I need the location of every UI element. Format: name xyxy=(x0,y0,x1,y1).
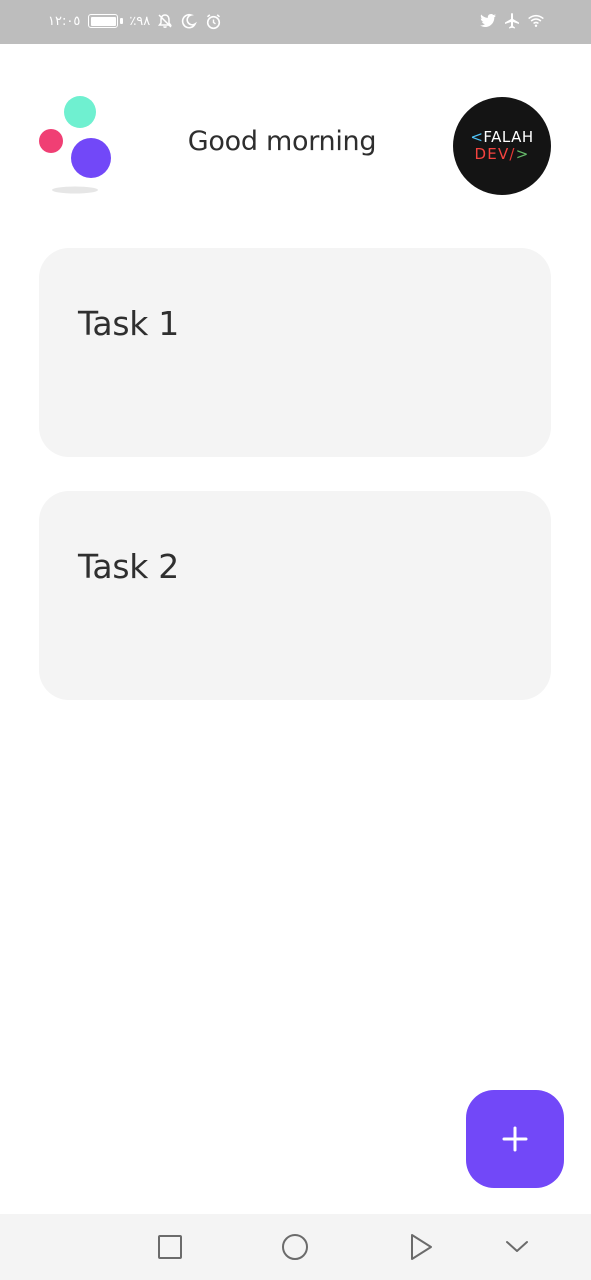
battery-percent: ٪٩٨ xyxy=(129,13,151,29)
battery-icon xyxy=(88,14,119,28)
task-card[interactable]: Task 1 xyxy=(39,248,551,457)
airplane-icon xyxy=(503,12,521,30)
twitter-icon xyxy=(479,12,497,30)
avatar-bracket-open: < xyxy=(470,128,484,146)
task-title: Task 2 xyxy=(78,547,179,586)
square-icon xyxy=(158,1235,182,1259)
status-time: ١٢:٠٥ xyxy=(48,13,81,29)
logo-teal-dot xyxy=(64,96,96,128)
task-title: Task 1 xyxy=(78,304,179,343)
avatar[interactable]: <FALAH DEV/> xyxy=(453,97,551,195)
home-button[interactable] xyxy=(280,1232,310,1262)
back-button[interactable] xyxy=(406,1232,436,1262)
circle-icon xyxy=(282,1234,308,1260)
avatar-dev: DEV xyxy=(474,145,510,163)
status-right xyxy=(479,10,545,32)
battery-nub xyxy=(120,18,124,24)
status-bar: ١٢:٠٥ ٪٩٨ xyxy=(0,0,591,44)
collapse-nav-button[interactable] xyxy=(502,1232,532,1262)
logo-pink-dot xyxy=(39,129,63,153)
plus-icon xyxy=(502,1126,528,1152)
avatar-bracket-close: > xyxy=(515,145,530,163)
avatar-line2: DEV/> xyxy=(475,146,530,163)
notifications-off-icon xyxy=(156,12,174,30)
logo-shadow xyxy=(52,186,98,194)
task-card[interactable]: Task 2 xyxy=(39,491,551,700)
moon-icon xyxy=(180,12,198,30)
navigation-bar xyxy=(0,1214,591,1280)
avatar-line1: <FALAH xyxy=(470,129,533,146)
alarm-icon xyxy=(204,12,222,30)
recent-apps-button[interactable] xyxy=(155,1232,185,1262)
greeting-text: Good morning xyxy=(187,126,377,157)
app-logo xyxy=(36,94,116,198)
wifi-icon xyxy=(527,12,545,30)
avatar-name: FALAH xyxy=(483,128,534,146)
triangle-icon xyxy=(411,1234,432,1260)
logo-purple-dot xyxy=(71,138,111,178)
status-left: ١٢:٠٥ ٪٩٨ xyxy=(48,10,222,32)
add-task-button[interactable] xyxy=(466,1090,564,1188)
chevron-down-icon xyxy=(506,1241,528,1252)
